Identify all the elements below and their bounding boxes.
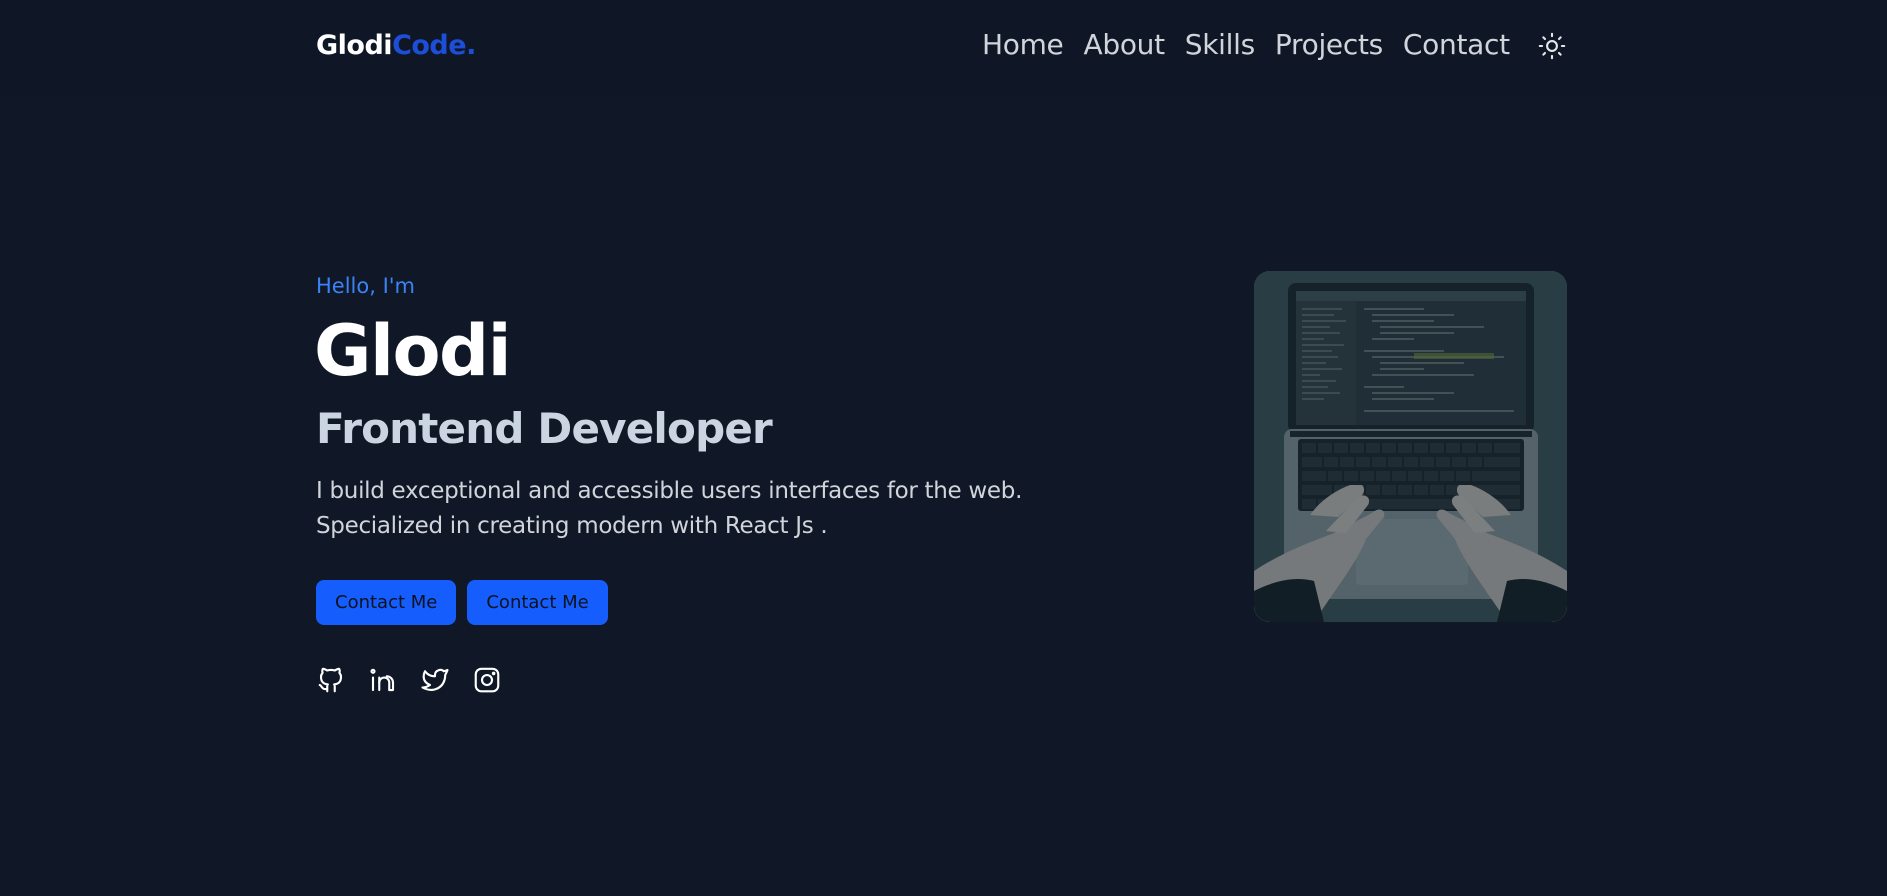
linkedin-icon [370, 668, 395, 692]
hero-description: I build exceptional and accessible users… [316, 474, 1076, 544]
github-link[interactable] [316, 664, 346, 696]
nav-home[interactable]: Home [982, 28, 1064, 61]
hero-buttons: Contact Me Contact Me [316, 580, 608, 625]
main-nav: Home About Skills Projects Contact [982, 28, 1510, 61]
twitter-link[interactable] [420, 664, 450, 696]
theme-toggle-button[interactable] [1536, 30, 1568, 62]
social-links [316, 664, 502, 696]
hero-description-line-1: I build exceptional and accessible users… [316, 478, 1023, 504]
page: GlodiCode. Home About Skills Projects Co… [0, 0, 1887, 896]
site-header: GlodiCode. Home About Skills Projects Co… [0, 0, 1887, 96]
nav-skills[interactable]: Skills [1185, 28, 1255, 61]
nav-projects[interactable]: Projects [1275, 28, 1383, 61]
github-icon [318, 667, 343, 693]
nav-contact[interactable]: Contact [1403, 28, 1510, 61]
hero-greeting: Hello, I'm [316, 274, 416, 298]
hero-image [1254, 271, 1567, 622]
hero-description-line-2: Specialized in creating modern with Reac… [316, 513, 828, 539]
logo[interactable]: GlodiCode. [316, 30, 476, 61]
linkedin-link[interactable] [368, 664, 398, 696]
sun-icon [1538, 32, 1566, 60]
contact-me-button-secondary[interactable]: Contact Me [467, 580, 608, 625]
logo-accent: Code. [392, 30, 476, 61]
instagram-icon [474, 667, 500, 693]
twitter-icon [421, 668, 449, 691]
nav-about[interactable]: About [1084, 28, 1166, 61]
logo-main: Glodi [316, 30, 393, 61]
hero-name: Glodi [314, 310, 512, 392]
contact-me-button[interactable]: Contact Me [316, 580, 457, 625]
laptop-typing-photo [1254, 271, 1567, 622]
instagram-link[interactable] [472, 664, 502, 696]
hero-role: Frontend Developer [316, 404, 773, 453]
